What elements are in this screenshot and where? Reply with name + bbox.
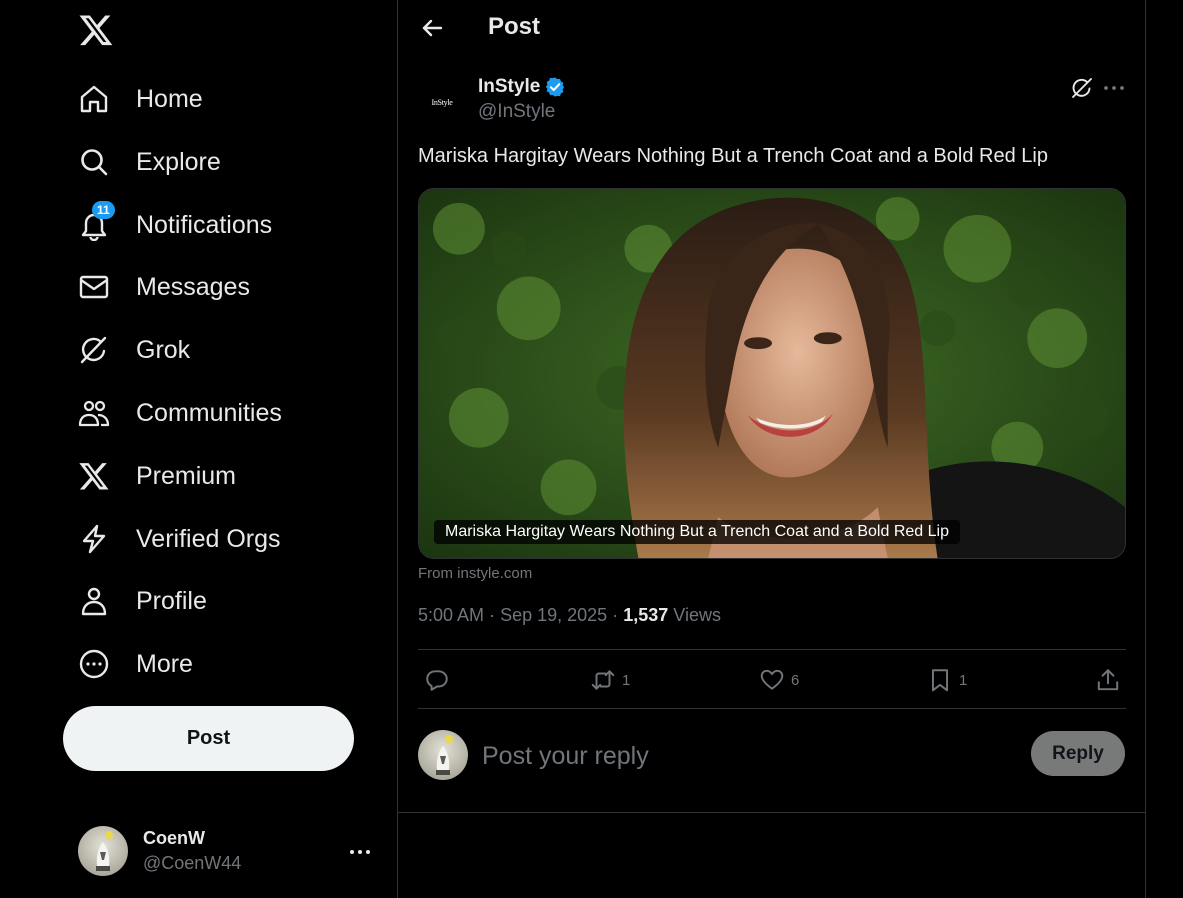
sidebar-item-label: Explore xyxy=(136,147,221,176)
sidebar-item-communities[interactable]: Communities xyxy=(70,387,282,439)
card-source-link[interactable]: From instyle.com xyxy=(418,565,532,582)
sidebar-item-explore[interactable]: Explore xyxy=(70,136,221,188)
sidebar-item-label: Verified Orgs xyxy=(136,524,281,553)
sidebar-item-verified-orgs[interactable]: Verified Orgs xyxy=(70,513,281,565)
grok-icon xyxy=(78,334,110,366)
like-count: 6 xyxy=(791,671,800,689)
comment-icon xyxy=(426,670,448,691)
post-meta: 5:00 AM · Sep 19, 2025 · 1,537 Views xyxy=(418,605,721,626)
grok-icon[interactable] xyxy=(1070,76,1094,100)
sidebar: Home Explore 11 Notifications Messages G… xyxy=(0,0,397,898)
repost-icon xyxy=(591,670,615,690)
link-card[interactable]: Mariska Hargitay Wears Nothing But a Tre… xyxy=(418,188,1126,559)
post-date[interactable]: Sep 19, 2025 xyxy=(500,605,607,625)
more-icon[interactable] xyxy=(1102,76,1126,100)
sidebar-item-label: More xyxy=(136,649,193,678)
sidebar-item-premium[interactable]: Premium xyxy=(70,450,236,502)
sidebar-item-label: Notifications xyxy=(136,210,273,239)
sidebar-item-label: Premium xyxy=(136,461,237,490)
bookmark-icon xyxy=(931,669,949,692)
repost-count: 1 xyxy=(622,671,631,689)
post-time[interactable]: 5:00 AM xyxy=(418,605,484,625)
meta-separator: · xyxy=(612,605,619,625)
x-logo-icon[interactable] xyxy=(78,12,114,48)
account-handle: @CoenW44 xyxy=(143,853,242,873)
sidebar-item-messages[interactable]: Messages xyxy=(70,261,250,313)
author-handle[interactable]: @InStyle xyxy=(478,101,555,123)
post-detail-column: Post InStyle InStyle @InStyle Mariska Ha… xyxy=(397,0,1146,898)
reply-action-button[interactable] xyxy=(424,665,456,695)
sidebar-item-label: Communities xyxy=(136,398,282,427)
reply-input[interactable] xyxy=(480,734,1004,778)
sidebar-item-label: Profile xyxy=(136,586,207,615)
divider xyxy=(398,812,1145,813)
verified-badge-icon xyxy=(546,77,565,97)
post-button[interactable]: Post xyxy=(63,706,354,771)
sidebar-item-notifications[interactable]: 11 Notifications xyxy=(70,199,272,251)
bell-icon: 11 xyxy=(78,201,115,241)
back-arrow-icon[interactable] xyxy=(418,14,446,42)
sidebar-item-home[interactable]: Home xyxy=(70,73,203,125)
account-name: CoenW xyxy=(143,828,205,848)
post-text: Mariska Hargitay Wears Nothing But a Tre… xyxy=(418,145,1048,167)
people-icon xyxy=(78,397,110,429)
sidebar-item-label: Messages xyxy=(136,272,250,301)
share-action-button[interactable] xyxy=(1095,665,1127,695)
author-avatar[interactable]: InStyle xyxy=(418,78,466,126)
card-caption: Mariska Hargitay Wears Nothing But a Tre… xyxy=(434,520,960,544)
share-icon xyxy=(1097,669,1119,691)
lightning-icon xyxy=(78,523,110,555)
heart-icon xyxy=(760,669,784,690)
views-label: Views xyxy=(673,605,721,625)
more-circle-icon xyxy=(78,648,110,680)
sidebar-item-more[interactable]: More xyxy=(70,638,193,690)
x-logo-icon xyxy=(78,460,110,492)
home-icon xyxy=(78,83,110,115)
avatar xyxy=(78,826,128,876)
notification-badge: 11 xyxy=(92,201,115,219)
author-avatar-text: InStyle xyxy=(431,97,453,107)
bookmark-count: 1 xyxy=(959,671,968,689)
divider xyxy=(418,708,1126,709)
sidebar-item-profile[interactable]: Profile xyxy=(70,575,207,627)
repost-action-button[interactable]: 1 xyxy=(590,665,630,695)
author-name[interactable]: InStyle xyxy=(478,76,566,98)
search-icon xyxy=(78,146,110,178)
author-name-text: InStyle xyxy=(478,76,541,97)
envelope-icon xyxy=(78,271,110,303)
account-switcher[interactable]: CoenW @CoenW44 xyxy=(70,818,380,884)
divider xyxy=(418,649,1126,650)
sidebar-item-label: Home xyxy=(136,84,203,113)
sidebar-item-grok[interactable]: Grok xyxy=(70,324,190,376)
person-icon xyxy=(78,585,110,617)
meta-separator: · xyxy=(489,605,496,625)
like-action-button[interactable]: 6 xyxy=(759,665,799,695)
sidebar-item-label: Grok xyxy=(136,335,191,364)
views-count: 1,537 xyxy=(623,605,669,625)
reply-button[interactable]: Reply xyxy=(1031,731,1125,776)
card-image xyxy=(419,189,1125,558)
page-title: Post xyxy=(488,13,541,40)
more-icon[interactable] xyxy=(348,840,372,864)
avatar xyxy=(418,730,468,780)
bookmark-action-button[interactable]: 1 xyxy=(927,665,967,695)
